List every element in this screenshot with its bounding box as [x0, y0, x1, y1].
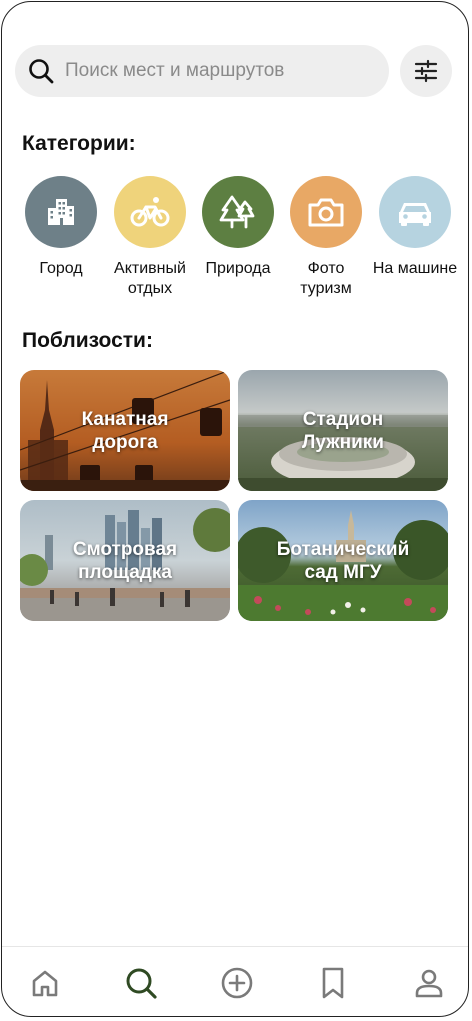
tab-home[interactable]: [27, 965, 63, 1001]
card-title: Ботанический сад МГУ: [276, 538, 410, 583]
nearby-title: Поблизости:: [22, 329, 153, 352]
bottom-tab-bar: [2, 946, 468, 1016]
card-title: Смотровая площадка: [72, 538, 178, 583]
card-title: Стадион Лужники: [302, 408, 384, 453]
nearby-card-cable-car[interactable]: Канатная дорога: [20, 370, 230, 491]
filter-button[interactable]: [400, 45, 452, 97]
category-circle: [114, 176, 186, 248]
home-icon: [32, 970, 58, 997]
category-nature[interactable]: Природа: [195, 176, 281, 279]
camera-icon: [308, 198, 344, 227]
phone-frame: Категории: Город: [1, 1, 469, 1017]
category-label: На машине: [372, 260, 458, 277]
add-circle-icon: [221, 967, 253, 999]
tab-add[interactable]: [219, 965, 255, 1001]
category-circle: [25, 176, 97, 248]
search-icon: [126, 968, 157, 999]
search-bar[interactable]: [15, 45, 389, 97]
category-active-rest[interactable]: Активный отдых: [107, 176, 193, 299]
tab-bookmarks[interactable]: [315, 965, 351, 1001]
trees-icon: [219, 195, 255, 229]
nearby-card-luzhniki[interactable]: Стадион Лужники: [238, 370, 448, 491]
category-city[interactable]: Город: [18, 176, 104, 279]
search-input[interactable]: [63, 59, 367, 83]
tab-profile[interactable]: [411, 965, 447, 1001]
bookmark-icon: [322, 967, 344, 999]
profile-icon: [415, 969, 443, 998]
category-label: Активный отдых: [114, 260, 186, 297]
sliders-icon: [414, 59, 438, 83]
tab-search[interactable]: [123, 965, 159, 1001]
category-photo-tourism[interactable]: Фото туризм: [283, 176, 369, 299]
nearby-card-botanical-garden[interactable]: Ботанический сад МГУ: [238, 500, 448, 621]
nearby-card-viewpoint[interactable]: Смотровая площадка: [20, 500, 230, 621]
category-label: Природа: [205, 260, 271, 277]
car-icon: [399, 203, 431, 226]
bicycle-icon: [130, 197, 170, 227]
category-label: Фото туризм: [300, 260, 352, 297]
category-by-car[interactable]: На машине: [372, 176, 458, 279]
categories-title: Категории:: [22, 132, 136, 155]
search-icon: [29, 59, 54, 84]
category-circle: [202, 176, 274, 248]
card-title: Канатная дорога: [81, 408, 169, 453]
city-buildings-icon: [48, 199, 74, 225]
category-circle: [379, 176, 451, 248]
category-circle: [290, 176, 362, 248]
category-label: Город: [39, 260, 83, 277]
